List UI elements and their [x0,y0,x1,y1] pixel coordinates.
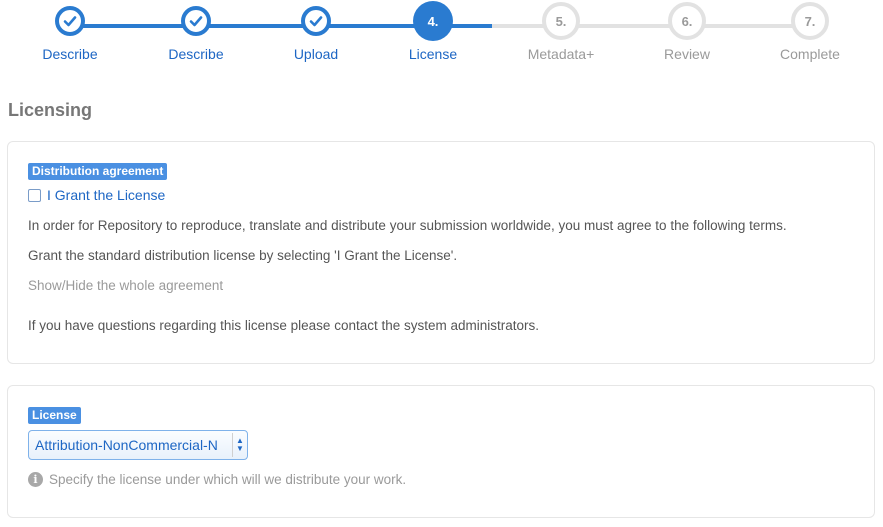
license-help-text: Specify the license under which will we … [49,472,407,487]
step-upload[interactable]: Upload [256,6,376,62]
select-arrows-icon: ▲ ▼ [232,433,247,457]
check-icon [181,6,211,36]
step-label: Upload [293,46,339,62]
grant-license-checkbox[interactable] [28,188,41,202]
step-describe-2[interactable]: Describe [136,6,256,62]
step-label: Describe [168,46,224,62]
step-metadata: 5. Metadata+ [501,2,621,62]
license-select[interactable]: Attribution-NonCommercial-N ▲ ▼ [28,430,248,460]
step-number: 7. [791,2,829,40]
agreement-contact-text: If you have questions regarding this lic… [28,318,540,333]
step-label: Describe [42,46,98,62]
agreement-intro-text: In order for Repository to reproduce, tr… [28,218,787,233]
agreement-instruction-text: Grant the standard distribution license … [28,248,458,263]
check-icon [55,6,85,36]
toggle-agreement-link[interactable]: Show/Hide the whole agreement [28,278,223,293]
progress-stepper: Describe Describe Upload 4. License 5. M… [0,0,883,80]
step-number: 5. [542,2,580,40]
step-describe-1[interactable]: Describe [10,6,130,62]
step-license[interactable]: 4. License [373,1,493,62]
distribution-agreement-panel: Distribution agreement I Grant the Licen… [7,141,875,364]
license-panel: License Attribution-NonCommercial-N ▲ ▼ i… [7,385,875,518]
license-help: i Specify the license under which will w… [28,472,406,487]
section-title: Licensing [8,100,93,120]
info-icon: i [28,472,43,487]
license-tag: License [28,407,81,424]
distribution-agreement-tag: Distribution agreement [28,163,168,180]
step-label: License [408,46,458,62]
license-select-value: Attribution-NonCommercial-N [35,437,218,453]
step-label: Complete [780,46,840,62]
grant-license-label[interactable]: I Grant the License [47,187,165,203]
step-number: 6. [668,2,706,40]
check-icon [301,6,331,36]
step-review: 6. Review [627,2,747,62]
grant-license-row: I Grant the License [28,187,165,203]
step-label: Metadata+ [527,46,595,62]
step-number: 4. [413,1,453,41]
step-label: Review [664,46,710,62]
step-complete: 7. Complete [750,2,870,62]
